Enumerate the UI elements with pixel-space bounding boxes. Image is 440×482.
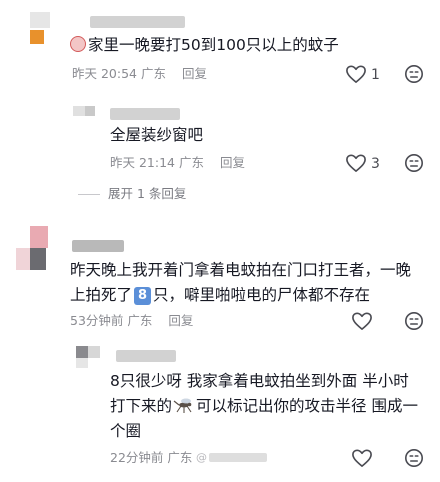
comment-1-text: 家里一晚要打50到100只以上的蚊子 — [70, 35, 339, 56]
dislike-emoji-icon[interactable] — [404, 448, 424, 468]
like-count: 1 — [371, 67, 380, 83]
comment-2-text: 全屋装纱窗吧 — [110, 126, 204, 144]
comment-4-line-2: 打下来的 可以标记出你的攻击半径 围成一 — [110, 397, 418, 415]
number-badge: 8 — [134, 287, 152, 305]
comment-4-line-1: 8只很少呀 我家拿着电蚊拍坐到外面 半小时 — [110, 372, 409, 390]
watermark-blur — [209, 453, 267, 462]
like-heart-icon[interactable] — [351, 311, 373, 331]
expand-replies-button[interactable]: 展开 1 条回复 — [78, 186, 186, 202]
like-heart-icon[interactable] — [351, 448, 373, 468]
comment-1-time: 昨天 20:54 — [72, 66, 137, 81]
comment-1-meta: 昨天 20:54 广东 回复 — [72, 66, 207, 82]
like-heart-icon[interactable] — [345, 64, 367, 84]
username-2[interactable] — [110, 108, 180, 120]
username-1[interactable] — [90, 16, 185, 28]
comment-2-meta: 昨天 21:14 广东 回复 — [110, 155, 245, 171]
avatar-user-4[interactable] — [76, 346, 106, 370]
avatar-user-1[interactable] — [30, 12, 50, 48]
like-heart-icon[interactable] — [345, 153, 367, 173]
comment-4-time: 22分钟前 — [110, 450, 164, 465]
comment-3-line-1: 昨天晚上我开着门拿着电蚊拍在门口打王者，一晚 — [70, 261, 412, 279]
username-4[interactable] — [116, 350, 176, 362]
comment-4-line-3: 个圈 — [110, 422, 142, 440]
avatar-user-3[interactable] — [16, 226, 62, 272]
scream-face-emoji — [70, 36, 86, 52]
watermark: @ — [196, 451, 267, 465]
like-count: 3 — [371, 156, 380, 172]
username-3[interactable] — [72, 240, 124, 252]
dislike-emoji-icon[interactable] — [404, 64, 424, 84]
reply-button[interactable]: 回复 — [182, 66, 207, 81]
comment-3-time: 53分钟前 — [70, 313, 124, 328]
reply-button[interactable]: 回复 — [220, 155, 245, 170]
dislike-emoji-icon[interactable] — [404, 311, 424, 331]
comment-3-location: 广东 — [127, 313, 153, 328]
dislike-emoji-icon[interactable] — [404, 153, 424, 173]
comment-4-location: 广东 — [167, 450, 193, 465]
comment-4-meta: 22分钟前 广东 — [110, 450, 192, 466]
avatar-user-2[interactable] — [73, 106, 99, 124]
comment-3-meta: 53分钟前 广东 回复 — [70, 313, 193, 329]
comment-3-line-2: 上拍死了 8 只，噼里啪啦电的尸体都不存在 — [70, 286, 371, 305]
comment-1-location: 广东 — [140, 66, 166, 81]
mosquito-emoji — [173, 398, 192, 413]
divider-line — [78, 194, 100, 195]
comment-2-location: 广东 — [178, 155, 204, 170]
reply-button[interactable]: 回复 — [168, 313, 193, 328]
comment-2-time: 昨天 21:14 — [110, 155, 175, 170]
